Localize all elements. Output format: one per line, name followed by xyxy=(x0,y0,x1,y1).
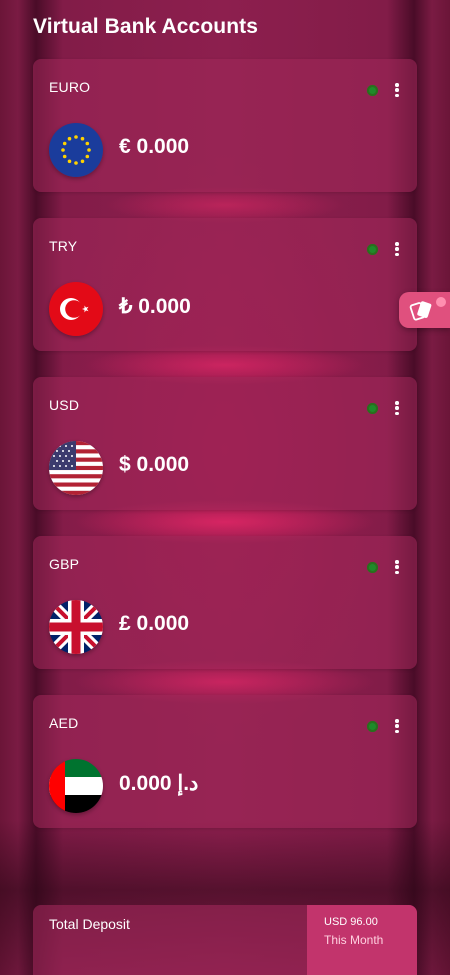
status-dot-icon xyxy=(367,562,378,573)
deposit-period: This Month xyxy=(324,933,384,947)
more-options-icon[interactable] xyxy=(393,559,401,575)
account-balance: £ 0.000 xyxy=(119,612,190,635)
account-code: AED xyxy=(49,715,79,731)
account-balance: $ 0.000 xyxy=(119,453,190,476)
eu-flag-icon xyxy=(49,123,103,177)
turkey-flag-icon xyxy=(49,282,103,336)
account-code: TRY xyxy=(49,238,78,254)
uk-flag-icon xyxy=(49,600,103,654)
page-title: Virtual Bank Accounts xyxy=(33,15,258,38)
account-balance: ₺ 0.000 xyxy=(119,295,191,318)
total-deposit-label: Total Deposit xyxy=(49,916,130,932)
account-balance: 0.000 د.إ xyxy=(119,772,199,795)
account-code: GBP xyxy=(49,556,80,572)
status-dot-icon xyxy=(367,244,378,255)
notification-dot xyxy=(436,297,446,307)
account-code: USD xyxy=(49,397,80,413)
deposit-amount-box: USD 96.00 This Month xyxy=(307,905,417,975)
account-card-aed[interactable]: AED 0.000 د.إ xyxy=(33,695,417,828)
usa-flag-icon xyxy=(49,441,103,495)
status-dot-icon xyxy=(367,403,378,414)
deposit-amount: USD 96.00 xyxy=(324,916,378,928)
cards-side-tab[interactable] xyxy=(399,292,450,328)
account-card-usd[interactable]: USD $ 0.000 xyxy=(33,377,417,510)
more-options-icon[interactable] xyxy=(393,241,401,257)
account-code: EURO xyxy=(49,79,91,95)
more-options-icon[interactable] xyxy=(393,400,401,416)
account-card-euro[interactable]: EURO € 0.000 xyxy=(33,59,417,192)
more-options-icon[interactable] xyxy=(393,718,401,734)
total-deposit-card[interactable]: Total Deposit USD 96.00 This Month xyxy=(33,905,417,975)
account-card-gbp[interactable]: GBP £ 0.000 xyxy=(33,536,417,669)
account-card-try[interactable]: TRY ₺ 0.000 xyxy=(33,218,417,351)
account-balance: € 0.000 xyxy=(119,135,190,158)
status-dot-icon xyxy=(367,721,378,732)
uae-flag-icon xyxy=(49,759,103,813)
more-options-icon[interactable] xyxy=(393,82,401,98)
status-dot-icon xyxy=(367,85,378,96)
